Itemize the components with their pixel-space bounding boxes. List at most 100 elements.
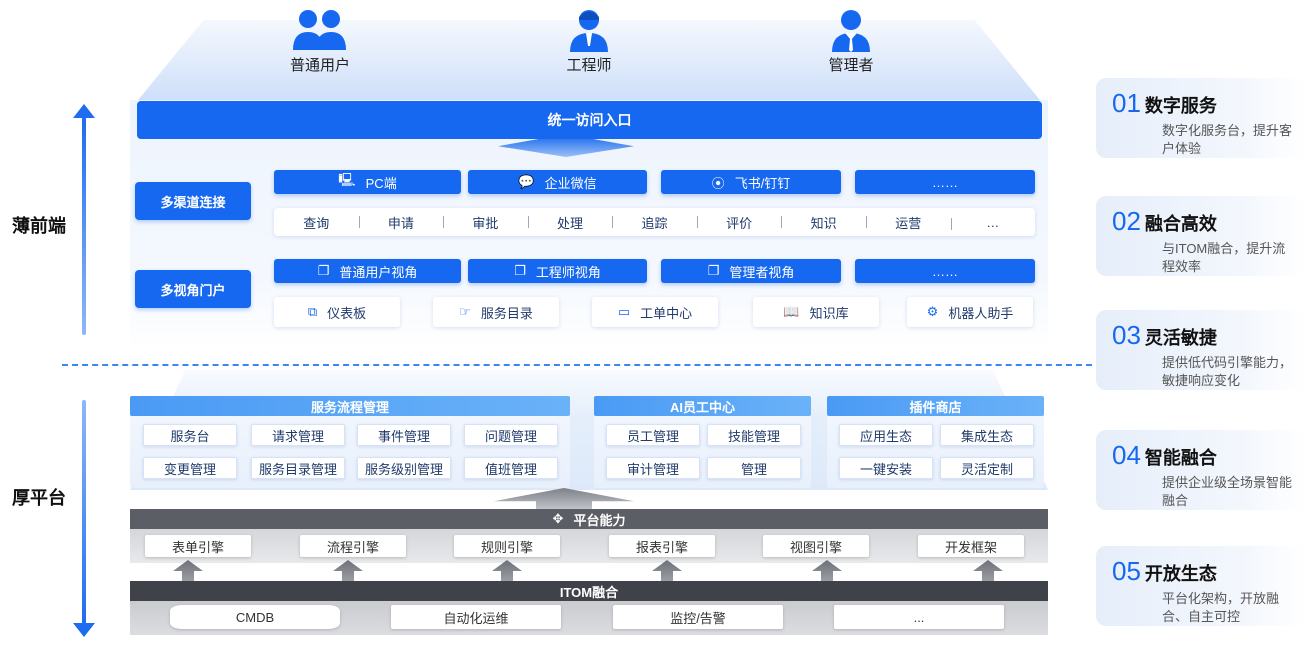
- engine-form: 表单引擎: [145, 535, 251, 557]
- view-manager: ❐ 管理者视角: [661, 259, 841, 283]
- engineer-icon: [570, 10, 608, 52]
- service-item: 服务目录管理: [251, 457, 345, 479]
- up-arrow-icon: [652, 560, 682, 582]
- view-engineer: ❐ 工程师视角: [468, 259, 647, 283]
- ai-center-title: AI员工中心: [594, 396, 811, 416]
- window-icon: ❐: [317, 263, 330, 278]
- plugin-item: 灵活定制: [940, 457, 1034, 479]
- feature-name: 数字服务: [1144, 96, 1217, 116]
- view-label: ……: [932, 263, 958, 279]
- monitor-icon: 🖳: [338, 172, 356, 187]
- itom-more: ...: [834, 605, 1004, 629]
- portal-dashboard: ⧉ 仪表板: [274, 297, 400, 327]
- feature-name: 融合高效: [1144, 214, 1217, 234]
- up-arrow-icon: [492, 560, 522, 582]
- dashboard-icon: ⧉: [307, 304, 318, 319]
- feature-desc: 提供企业级全场景智能融合: [1162, 475, 1293, 508]
- action-row: 查询 申请 审批 处理 追踪 评价 知识 运营 …: [274, 208, 1035, 236]
- action-approve: 审批: [443, 213, 528, 232]
- ai-item: 审计管理: [606, 457, 700, 479]
- user-label-normal: 普通用户: [289, 57, 350, 74]
- user-engineer: 工程师: [544, 8, 634, 75]
- multichannel-label: 多渠道连接: [135, 182, 251, 220]
- manager-icon: [832, 10, 870, 52]
- up-arrow-icon: [173, 560, 203, 582]
- feature-desc: 提供低代码引擎能力，敏捷响应变化: [1162, 355, 1293, 388]
- unified-entry-bar: 统一访问入口: [137, 101, 1042, 139]
- ticket-icon: ▭: [617, 304, 631, 319]
- view-more: ……: [855, 259, 1035, 283]
- view-label: 管理者视角: [729, 264, 795, 280]
- action-process: 处理: [527, 213, 613, 232]
- action-apply: 申请: [358, 213, 444, 232]
- puzzle-icon: ✥: [552, 511, 564, 526]
- feature-card: 04 智能融合 提供企业级全场景智能融合: [1096, 430, 1306, 510]
- robot-icon: ⚙: [926, 304, 939, 319]
- feature-card: 02 融合高效 与ITOM融合，提升流程效率: [1096, 196, 1306, 276]
- itom-bar: ITOM融合: [130, 581, 1048, 601]
- engine-report: 报表引擎: [609, 535, 715, 557]
- feishu-icon: ⦿: [711, 175, 725, 191]
- up-arrow-icon: [973, 560, 1003, 582]
- platform-capability-bar: ✥ 平台能力: [130, 509, 1048, 529]
- portal-label: 服务目录: [480, 305, 533, 321]
- service-flow-title: 服务流程管理: [130, 396, 570, 416]
- plugin-item: 一键安装: [839, 457, 933, 479]
- feature-number: 01: [1112, 88, 1141, 118]
- channel-label: 企业微信: [544, 175, 597, 191]
- engine-flow: 流程引擎: [300, 535, 406, 557]
- service-item: 变更管理: [143, 457, 237, 479]
- service-item: 问题管理: [464, 424, 558, 446]
- channel-feishu-dingtalk: ⦿ 飞书/钉钉: [661, 170, 841, 194]
- up-arrow-icon: [812, 560, 842, 582]
- portal-label: 知识库: [809, 305, 849, 321]
- feature-card: 05 开放生态 平台化架构，开放融合、自主可控: [1096, 546, 1306, 626]
- service-item: 事件管理: [357, 424, 451, 446]
- platform-scale-line: [82, 400, 86, 624]
- ai-item: 技能管理: [707, 424, 801, 446]
- portal-label: 工单中心: [640, 305, 693, 321]
- action-operate: 运营: [865, 213, 951, 232]
- feature-desc: 平台化架构，开放融合、自主可控: [1162, 591, 1280, 624]
- channel-pc: 🖳 PC端: [274, 170, 461, 194]
- portal-knowledge-base: 📖 知识库: [753, 297, 879, 327]
- action-track: 追踪: [612, 213, 697, 232]
- platform-title: 平台能力: [573, 512, 626, 528]
- feature-desc: 数字化服务台，提升客户体验: [1162, 123, 1293, 156]
- engine-dev-framework: 开发框架: [918, 535, 1024, 557]
- portal-robot-assistant: ⚙ 机器人助手: [907, 297, 1033, 327]
- layer-divider: [62, 364, 1092, 366]
- channel-label: 飞书/钉钉: [734, 175, 791, 191]
- channel-label: PC端: [365, 175, 397, 191]
- user-label-engineer: 工程师: [566, 57, 612, 74]
- itom-automation: 自动化运维: [391, 605, 561, 629]
- portal-label: 仪表板: [327, 305, 367, 321]
- service-item: 服务台: [143, 424, 237, 446]
- wecom-icon: 💬: [518, 174, 535, 189]
- action-more: …: [950, 215, 1036, 230]
- feature-desc: 与ITOM融合，提升流程效率: [1162, 241, 1286, 274]
- user-manager: 管理者: [806, 8, 896, 75]
- action-evaluate: 评价: [696, 213, 782, 232]
- feature-name: 灵活敏捷: [1144, 328, 1217, 348]
- arrow-up-icon: [73, 104, 95, 118]
- view-label: 普通用户视角: [339, 264, 418, 280]
- view-label: 工程师视角: [535, 264, 601, 280]
- portal-label: 机器人助手: [948, 305, 1014, 321]
- plugin-item: 应用生态: [839, 424, 933, 446]
- view-normal-user: ❐ 普通用户视角: [274, 259, 461, 283]
- catalog-icon: ☞: [459, 304, 471, 319]
- feature-number: 05: [1112, 556, 1141, 586]
- window-icon: ❐: [707, 263, 720, 278]
- feature-number: 04: [1112, 440, 1141, 470]
- feature-number: 02: [1112, 206, 1141, 236]
- portal-service-catalog: ☞ 服务目录: [433, 297, 559, 327]
- book-icon: 📖: [783, 304, 800, 319]
- action-query: 查询: [303, 215, 330, 231]
- user-normal: 普通用户: [275, 8, 365, 75]
- feature-card: 01 数字服务 数字化服务台，提升客户体验: [1096, 78, 1306, 158]
- feature-card: 03 灵活敏捷 提供低代码引擎能力，敏捷响应变化: [1096, 310, 1306, 390]
- feature-name: 开放生态: [1144, 564, 1217, 584]
- channel-wecom: 💬 企业微信: [468, 170, 647, 194]
- platform-up-arrow: [494, 488, 634, 510]
